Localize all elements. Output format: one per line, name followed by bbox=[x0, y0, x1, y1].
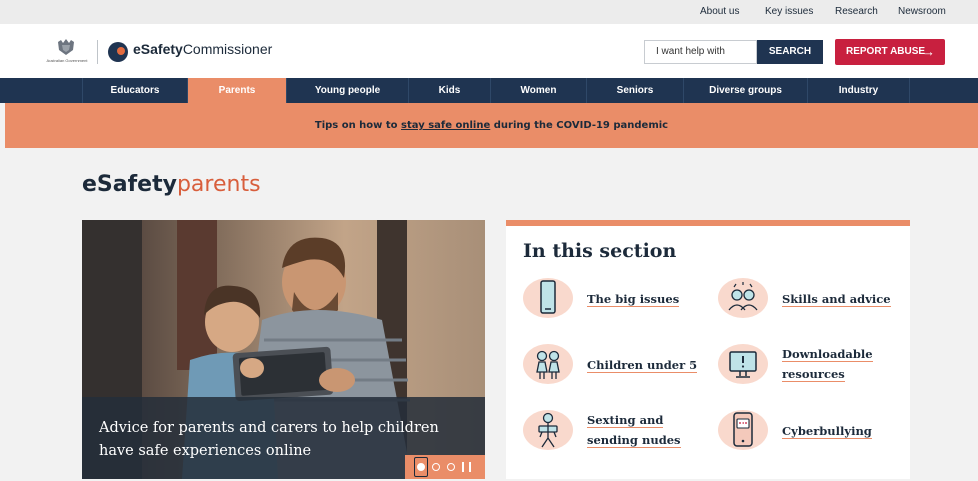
utility-link-about-us[interactable]: About us bbox=[700, 6, 739, 17]
nav-item-diverse-groups[interactable]: Diverse groups bbox=[684, 78, 808, 103]
utility-link-research[interactable]: Research bbox=[835, 6, 878, 17]
nav-item-industry[interactable]: Industry bbox=[808, 78, 910, 103]
nav-item-young-people[interactable]: Young people bbox=[287, 78, 409, 103]
phone-icon bbox=[540, 280, 556, 314]
in-this-section-panel: In this section The big issues Skills an… bbox=[506, 220, 910, 479]
utility-bar: About us Key issues Research Newsroom bbox=[0, 0, 978, 24]
utility-link-newsroom[interactable]: Newsroom bbox=[898, 6, 946, 17]
nav-item-seniors[interactable]: Seniors bbox=[587, 78, 684, 103]
carousel-dot-2[interactable] bbox=[432, 463, 440, 471]
site-header: Australian Government eSafetyCommissione… bbox=[0, 24, 978, 78]
section-link-cyberbullying[interactable]: Cyberbullying bbox=[718, 410, 908, 458]
main-nav: Educators Parents Young people Kids Wome… bbox=[0, 78, 978, 103]
stay-safe-online-link[interactable]: stay safe online bbox=[401, 120, 490, 131]
monitor-icon bbox=[729, 351, 757, 378]
section-heading: In this section bbox=[523, 240, 677, 262]
section-link-skills-advice[interactable]: Skills and advice bbox=[718, 278, 908, 326]
nav-item-kids[interactable]: Kids bbox=[409, 78, 491, 103]
report-abuse-button[interactable]: REPORT ABUSE → bbox=[835, 39, 945, 65]
site-logo-text[interactable]: eSafetyCommissioner bbox=[133, 41, 272, 57]
carousel-dot-1[interactable] bbox=[417, 463, 425, 471]
carousel-controls bbox=[405, 455, 485, 479]
government-label: Australian Government bbox=[46, 58, 88, 63]
nav-item-parents[interactable]: Parents bbox=[188, 78, 287, 103]
section-link-big-issues[interactable]: The big issues bbox=[523, 278, 713, 326]
people-icon bbox=[728, 282, 758, 311]
section-link-sexting[interactable]: Sexting and sending nudes bbox=[523, 410, 713, 458]
coat-of-arms-icon bbox=[58, 39, 74, 55]
covid-banner: Tips on how to stay safe online during t… bbox=[5, 103, 978, 148]
pause-icon[interactable] bbox=[462, 462, 471, 472]
section-link-children-under-5[interactable]: Children under 5 bbox=[523, 344, 713, 392]
hero-carousel[interactable]: Advice for parents and carers to help ch… bbox=[82, 220, 485, 479]
header-divider bbox=[97, 40, 98, 64]
nav-item-educators[interactable]: Educators bbox=[82, 78, 188, 103]
government-crest[interactable]: Australian Government bbox=[45, 38, 89, 66]
section-link-downloadable-resources[interactable]: Downloadable resources bbox=[718, 344, 908, 392]
help-search-input[interactable]: I want help with bbox=[644, 40, 757, 64]
person-icon bbox=[538, 412, 558, 448]
page-title: eSafetyparents bbox=[82, 172, 261, 197]
utility-link-key-issues[interactable]: Key issues bbox=[765, 6, 813, 17]
message-phone-icon bbox=[733, 412, 753, 447]
nav-item-women[interactable]: Women bbox=[491, 78, 587, 103]
carousel-dot-3[interactable] bbox=[447, 463, 455, 471]
children-icon bbox=[536, 350, 560, 379]
search-button[interactable]: SEARCH bbox=[757, 40, 823, 64]
esafety-logo-icon[interactable] bbox=[108, 42, 128, 62]
arrow-right-icon: → bbox=[922, 44, 935, 59]
